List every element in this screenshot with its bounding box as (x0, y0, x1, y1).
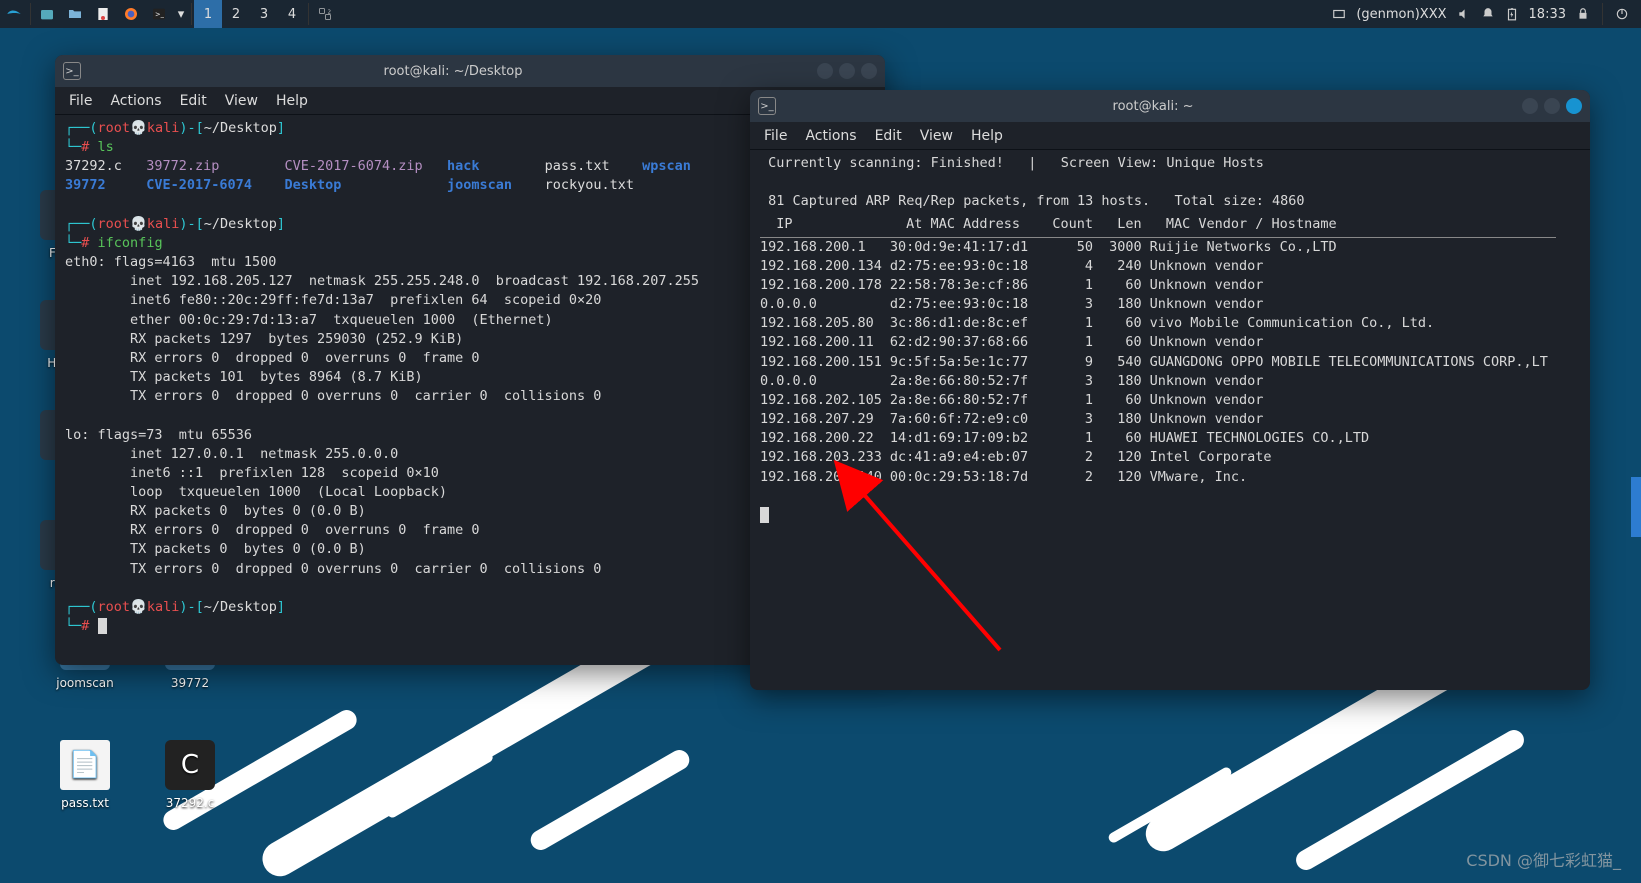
col-header: Count (1036, 215, 1101, 237)
menu-view[interactable]: View (225, 93, 258, 109)
arp-row: 0.0.0.0d2:75:ee:93:0c:183180Unknown vend… (760, 295, 1556, 314)
arp-row: 192.168.207.297a:60:6f:72:e9:c03180Unkno… (760, 410, 1556, 429)
arp-row: 0.0.0.02a:8e:66:80:52:7f3180Unknown vend… (760, 372, 1556, 391)
menu-actions[interactable]: Actions (110, 93, 161, 109)
close-button[interactable] (861, 63, 877, 79)
arp-row: 192.168.200.2214:d1:69:17:09:b2160HUAWEI… (760, 429, 1556, 448)
window-app-icon: >_ (63, 62, 81, 80)
menu-actions[interactable]: Actions (805, 128, 856, 144)
minimize-button[interactable] (817, 63, 833, 79)
workspace-3[interactable]: 3 (250, 0, 278, 28)
menu-file[interactable]: File (764, 128, 787, 144)
col-header: MAC Vendor / Hostname (1150, 215, 1556, 237)
tray-battery-icon[interactable] (1505, 7, 1519, 21)
workspace-1[interactable]: 1 (194, 0, 222, 28)
tray-recorder-icon[interactable] (1332, 7, 1346, 21)
arp-table: IP At MAC Address Count Len MAC Vendor /… (760, 215, 1556, 486)
desktop-icon-label: joomscan (40, 676, 130, 690)
menu-edit[interactable]: Edit (180, 93, 207, 109)
arp-row: 192.168.202.14000:0c:29:53:18:7d2120VMwa… (760, 468, 1556, 487)
desktop-icon-label: pass.txt (40, 796, 130, 810)
menu-help[interactable]: Help (971, 128, 1003, 144)
menu-edit[interactable]: Edit (875, 128, 902, 144)
svg-text:2: 2 (328, 9, 331, 15)
note-icon[interactable] (89, 0, 117, 28)
col-header: At MAC Address (890, 215, 1036, 237)
workspaces: 1234 (194, 0, 306, 28)
top-panel: >_ ▾ 1234 2 (genmon)XXX 18:33 (0, 0, 1641, 28)
dropdown-icon[interactable]: ▾ (173, 0, 189, 28)
window-overview-icon[interactable]: 2 (311, 0, 339, 28)
maximize-button[interactable] (839, 63, 855, 79)
workspace-2[interactable]: 2 (222, 0, 250, 28)
terminal-launcher-icon[interactable]: >_ (145, 0, 173, 28)
desktop-icon-label: 39772 (145, 676, 235, 690)
kali-menu-icon[interactable] (0, 0, 28, 28)
arp-row: 192.168.203.233dc:41:a9:e4:eb:072120Inte… (760, 448, 1556, 467)
desktop-icon-37292c[interactable]: C37292.c (145, 740, 235, 810)
arp-row: 192.168.200.1162:d2:90:37:68:66160Unknow… (760, 333, 1556, 352)
tray-clock[interactable]: 18:33 (1529, 7, 1566, 22)
arp-row: 192.168.200.1519c:5f:5a:5e:1c:779540GUAN… (760, 353, 1556, 372)
files-icon[interactable] (33, 0, 61, 28)
maximize-button[interactable] (1544, 98, 1560, 114)
tray-genmon[interactable]: (genmon)XXX (1356, 7, 1446, 22)
tray-notification-icon[interactable] (1481, 7, 1495, 21)
arp-row: 192.168.200.134d2:75:ee:93:0c:184240Unkn… (760, 257, 1556, 276)
titlebar[interactable]: >_ root@kali: ~/Desktop (55, 55, 885, 87)
arp-row: 192.168.200.130:0d:9e:41:17:d1503000Ruij… (760, 237, 1556, 257)
menu-file[interactable]: File (69, 93, 92, 109)
window-app-icon: >_ (758, 97, 776, 115)
tray-volume-icon[interactable] (1457, 7, 1471, 21)
system-tray: (genmon)XXX 18:33 (1332, 3, 1641, 25)
side-handle (1631, 477, 1641, 537)
tray-lock-icon[interactable] (1576, 7, 1590, 21)
arp-row: 192.168.200.17822:58:78:3e:cf:86160Unkno… (760, 276, 1556, 295)
menu-view[interactable]: View (920, 128, 953, 144)
folder-icon[interactable] (61, 0, 89, 28)
arp-row: 192.168.205.803c:86:d1:de:8c:ef160vivo M… (760, 314, 1556, 333)
minimize-button[interactable] (1522, 98, 1538, 114)
col-header: IP (760, 215, 890, 237)
window-title: root@kali: ~/Desktop (89, 64, 817, 79)
workspace-4[interactable]: 4 (278, 0, 306, 28)
titlebar[interactable]: >_ root@kali: ~ (750, 90, 1590, 122)
terminal-window-netdiscover[interactable]: >_ root@kali: ~ FileActionsEditViewHelp … (750, 90, 1590, 690)
desktop-icon-label: 37292.c (145, 796, 235, 810)
menu-help[interactable]: Help (276, 93, 308, 109)
watermark: CSDN @御七彩虹猫_ (1466, 847, 1621, 871)
arp-row: 192.168.202.1052a:8e:66:80:52:7f160Unkno… (760, 391, 1556, 410)
firefox-icon[interactable] (117, 0, 145, 28)
close-button[interactable] (1566, 98, 1582, 114)
desktop-icon-pass[interactable]: 📄pass.txt (40, 740, 130, 810)
window-title: root@kali: ~ (784, 99, 1522, 114)
svg-text:>_: >_ (155, 11, 165, 19)
col-header: Len (1101, 215, 1150, 237)
menubar: File Actions Edit View Help (750, 122, 1590, 150)
bg-wave (527, 746, 693, 853)
terminal-content[interactable]: Currently scanning: Finished! | Screen V… (750, 150, 1590, 690)
tray-power-icon[interactable] (1615, 7, 1629, 21)
